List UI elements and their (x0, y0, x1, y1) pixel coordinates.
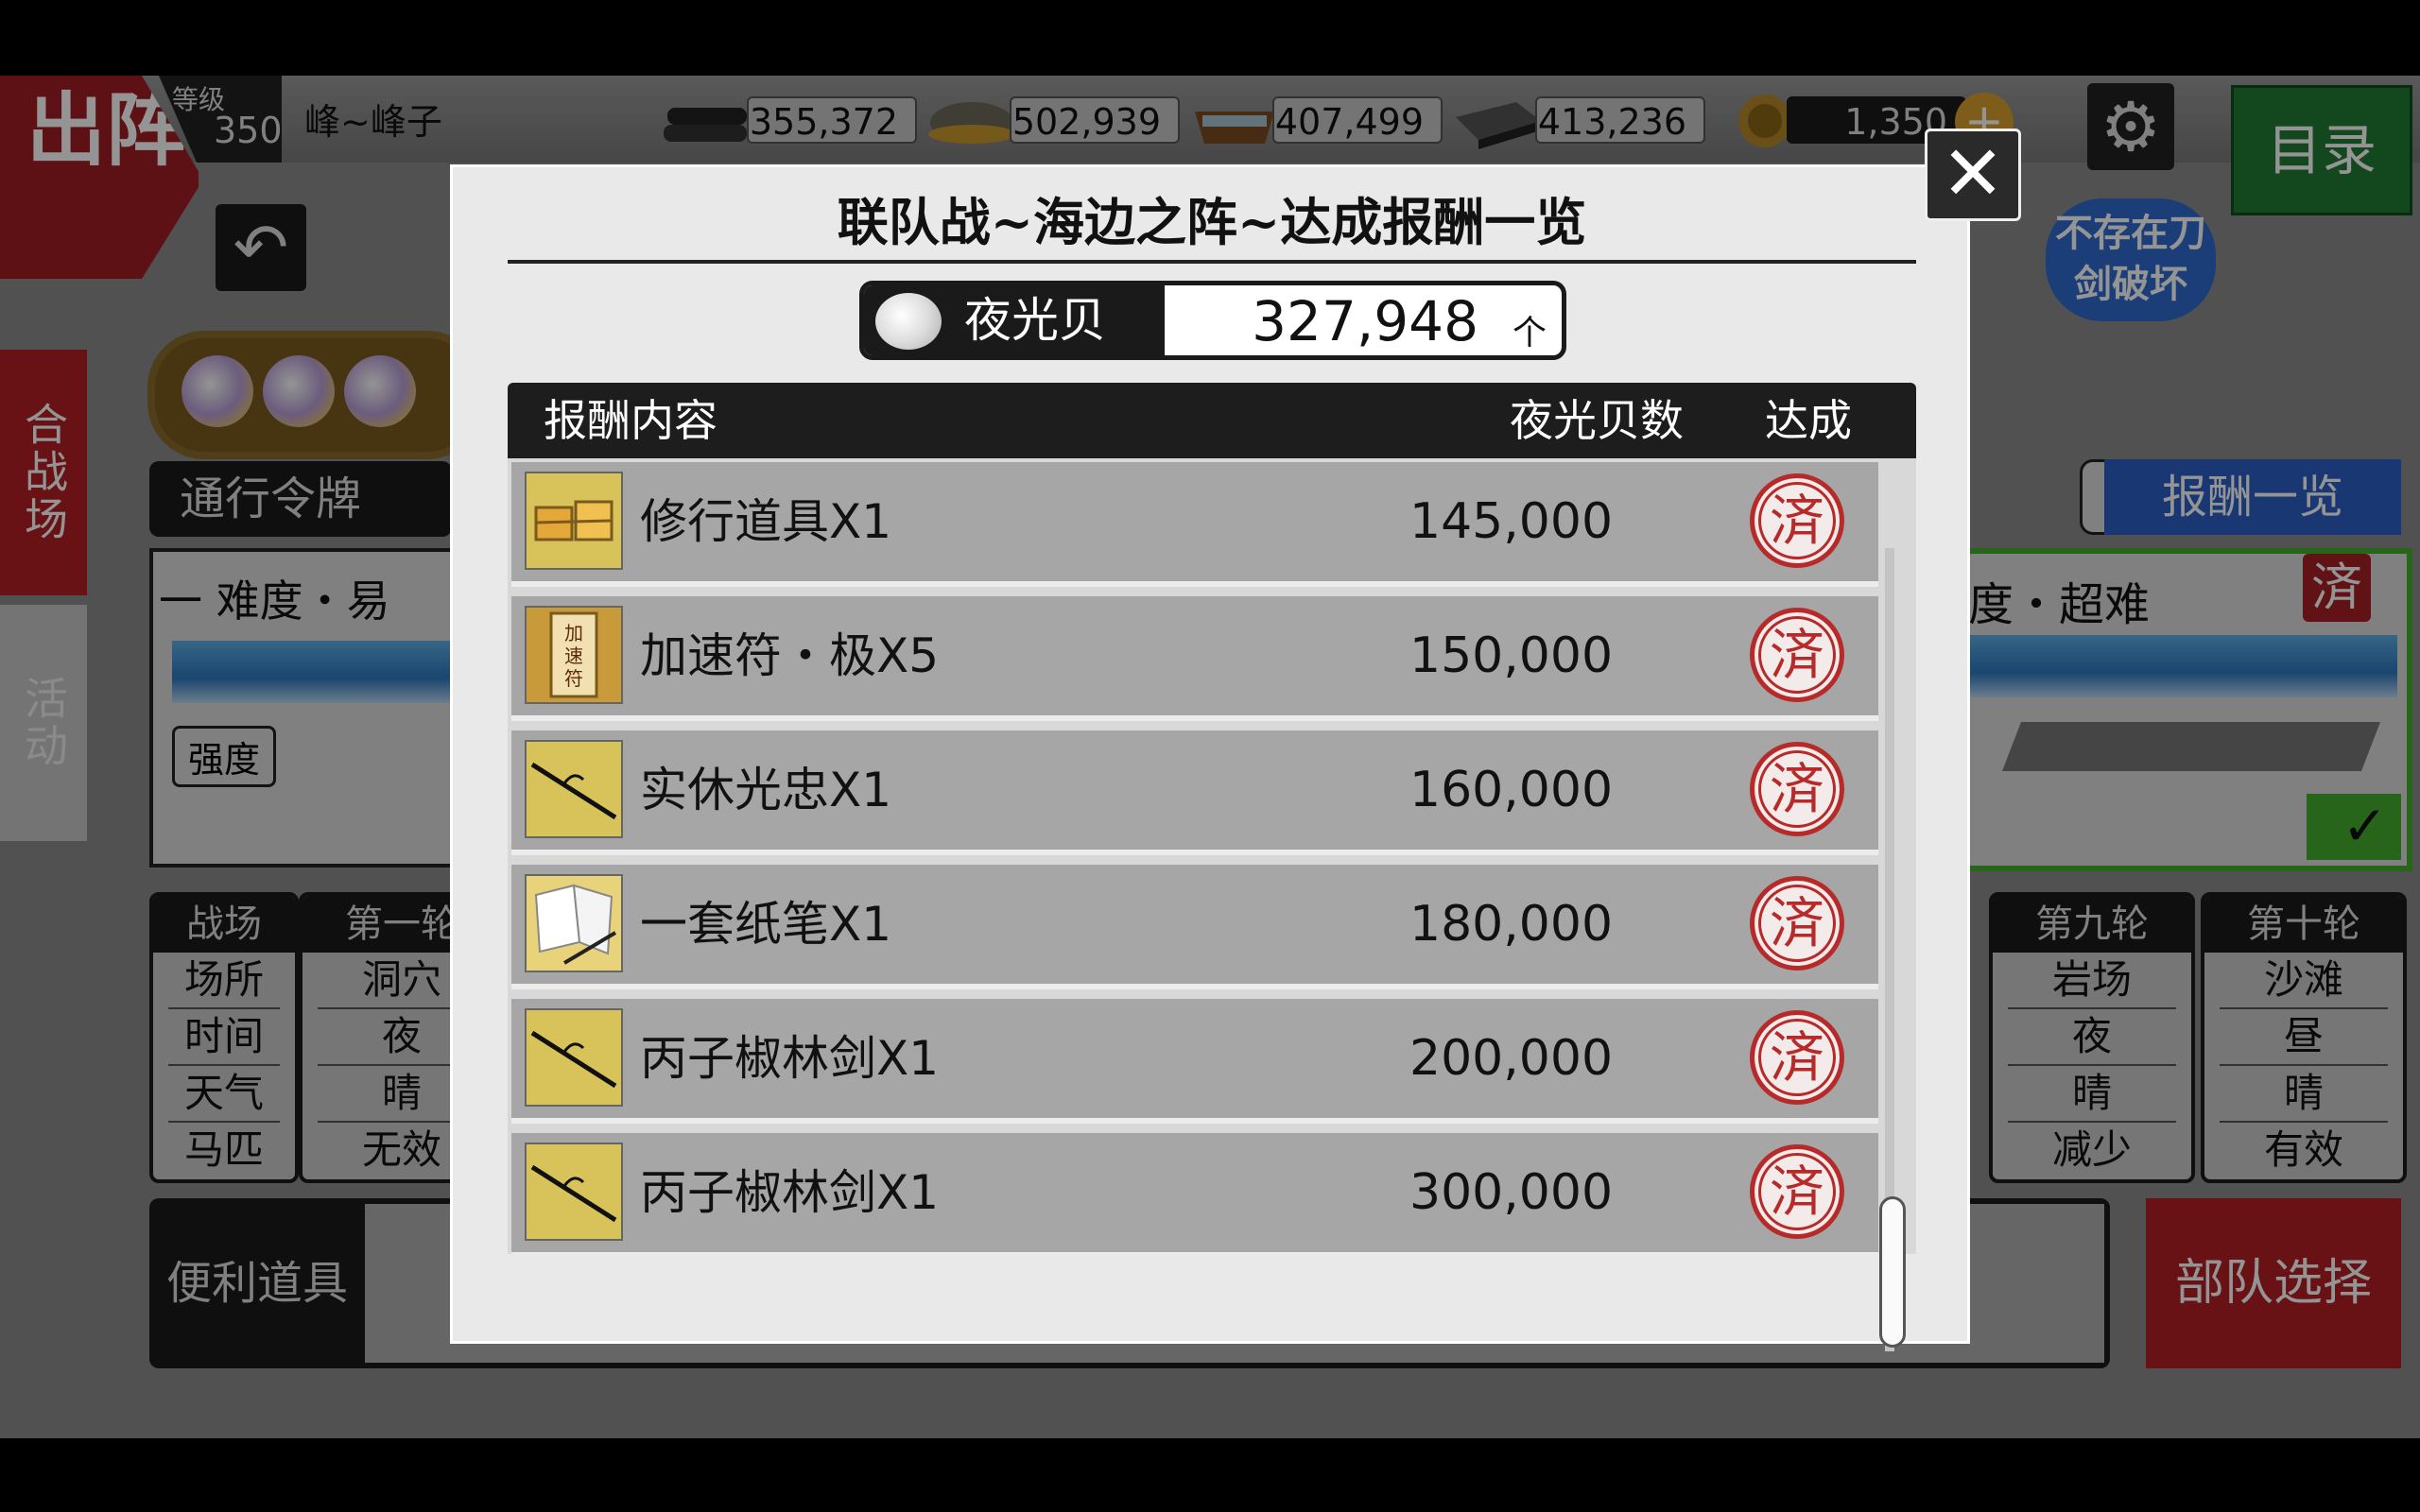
column-content: 报酬内容 (544, 395, 717, 446)
shell-collection (147, 331, 484, 459)
round-cell: 有效 (2263, 1126, 2343, 1173)
reward-row: 加速符 加速符・极X5 150,000 済 (511, 596, 1878, 721)
resource-whetstone: 502,939 (1010, 96, 1180, 144)
back-button[interactable]: ↶ (216, 204, 306, 291)
round-column-header: 战场 场所 时间 天气 马匹 (149, 892, 299, 1183)
reward-cost: 150,000 (1409, 627, 1614, 684)
squad-select-button[interactable]: 部队选择 (2146, 1198, 2401, 1368)
achieved-stamp: 済 (1750, 608, 1844, 702)
whetstone-icon (925, 89, 1019, 151)
column-achieved: 达成 (1765, 395, 1852, 446)
difficulty-card-easy[interactable]: 一 难度・易 强度 (149, 548, 469, 868)
reward-name: 丙子椒林剑X1 (640, 1165, 940, 1220)
round-cell: 岩场 (2008, 953, 2176, 1009)
round-cell: 晴 (2220, 1066, 2388, 1123)
reward-name: 实休光忠X1 (640, 763, 892, 817)
reward-cost: 300,000 (1409, 1164, 1614, 1221)
reward-name: 丙子椒林剑X1 (640, 1031, 940, 1086)
strength-label: 强度 (172, 726, 277, 787)
achieved-stamp: 済 (1750, 473, 1844, 568)
round-header: 战场 (153, 896, 295, 953)
reward-list[interactable]: 修行道具X1 145,000 済 加速符 加速符・极X5 150,000 済 实… (508, 458, 1916, 1254)
resource-steel: 413,236 (1535, 96, 1705, 144)
column-cost: 夜光贝数 (1510, 395, 1684, 446)
difficulty-label-easy: 一 难度・易 (159, 576, 390, 627)
convenience-items-label: 便利道具 (166, 1257, 349, 1310)
reward-list-header: 报酬内容 夜光贝数 达成 (508, 383, 1916, 458)
round-cell: 马匹 (183, 1126, 264, 1173)
sea-banner (1953, 635, 2397, 697)
coolant-icon (1187, 89, 1282, 151)
reward-row: 丙子椒林剑X1 300,000 済 (511, 1133, 1878, 1254)
completed-stamp: 済 (2303, 554, 2371, 622)
shell-icon (263, 355, 335, 427)
shell-icon (182, 355, 253, 427)
currency-count-box: 夜光贝 327,948 个 (859, 281, 1566, 360)
currency-unit: 个 (1512, 314, 1547, 352)
check-icon: ✓ (2307, 794, 2401, 860)
round-cell: 减少 (2051, 1126, 2132, 1173)
reward-list-button[interactable]: 报酬一览 (2104, 459, 2401, 535)
reward-cost: 200,000 (1409, 1030, 1614, 1087)
reward-row: 丙子椒林剑X1 200,000 済 (511, 999, 1878, 1124)
training-tools-icon (525, 472, 623, 570)
speedup-talisman-icon: 加速符 (525, 606, 623, 704)
player-name: 峰~峰子 (304, 101, 442, 143)
reward-row: 一套纸笔X1 180,000 済 (511, 865, 1878, 989)
sword-icon (525, 1008, 623, 1107)
round-column-10: 第十轮 沙滩 昼 晴 有效 (2201, 892, 2407, 1183)
sword-icon (525, 740, 623, 838)
round-header: 第九轮 (1993, 896, 2191, 953)
close-icon[interactable]: ✕ (1925, 129, 2021, 221)
achieved-stamp: 済 (1750, 742, 1844, 836)
achieved-stamp: 済 (1750, 1144, 1844, 1239)
shell-icon (875, 293, 942, 350)
shell-icon (344, 355, 416, 427)
side-tab-event[interactable]: 活动 (0, 605, 87, 841)
round-cell: 时间 (168, 1009, 280, 1066)
svg-text:符: 符 (564, 667, 583, 690)
achieved-stamp: 済 (1750, 876, 1844, 971)
reward-list-modal: 联队战~海边之阵~达成报酬一览 夜光贝 327,948 个 报酬内容 夜光贝数 … (450, 164, 1970, 1344)
menu-button[interactable]: 目录 (2231, 85, 2412, 215)
round-header: 第十轮 (2204, 896, 2403, 953)
round-cell: 昼 (2220, 1009, 2388, 1066)
modal-title: 联队战~海边之阵~达成报酬一览 (508, 184, 1916, 264)
round-cell: 晴 (2008, 1066, 2176, 1123)
resource-coolant: 407,499 (1272, 96, 1443, 144)
achieved-stamp: 済 (1750, 1010, 1844, 1105)
side-tab-battlefield[interactable]: 合战场 (0, 350, 87, 595)
reward-name: 修行道具X1 (640, 494, 892, 549)
level-value: 350 (214, 110, 283, 151)
sword-icon (525, 1143, 623, 1241)
scrollbar-thumb[interactable] (1879, 1196, 1906, 1348)
round-cell: 天气 (168, 1066, 280, 1123)
svg-text:速: 速 (564, 644, 583, 667)
difficulty-label-hard: 度・超难 (1968, 578, 2151, 631)
charcoal-icon (660, 89, 754, 151)
currency-count: 327,948 (1252, 289, 1478, 353)
steel-icon (1450, 89, 1545, 151)
round-cell: 沙滩 (2220, 953, 2388, 1009)
reward-cost: 160,000 (1409, 762, 1614, 818)
no-break-badge: 不存在刀剑破坏 (2046, 198, 2216, 321)
reward-name: 加速符・极X5 (640, 628, 940, 683)
svg-text:加: 加 (564, 622, 583, 644)
reward-cost: 145,000 (1409, 493, 1614, 550)
currency-name: 夜光贝 (964, 293, 1106, 348)
round-column-9: 第九轮 岩场 夜 晴 减少 (1989, 892, 2195, 1183)
reward-name: 一套纸笔X1 (640, 897, 892, 952)
reward-row: 修行道具X1 145,000 済 (511, 462, 1878, 587)
gear-icon[interactable]: ⚙ (2087, 83, 2174, 170)
game-screen: 出阵 等级 350 峰~峰子 355,372 502,939 407,499 4… (0, 76, 2420, 1438)
strength-meter (2002, 722, 2380, 771)
round-cell: 场所 (168, 953, 280, 1009)
reward-cost: 180,000 (1409, 896, 1614, 953)
sea-banner (172, 641, 465, 703)
round-cell: 夜 (2008, 1009, 2176, 1066)
pass-label: 通行令牌 (149, 461, 452, 537)
reward-row: 实休光忠X1 160,000 済 (511, 730, 1878, 855)
resource-charcoal: 355,372 (747, 96, 917, 144)
paper-brush-icon (525, 874, 623, 972)
